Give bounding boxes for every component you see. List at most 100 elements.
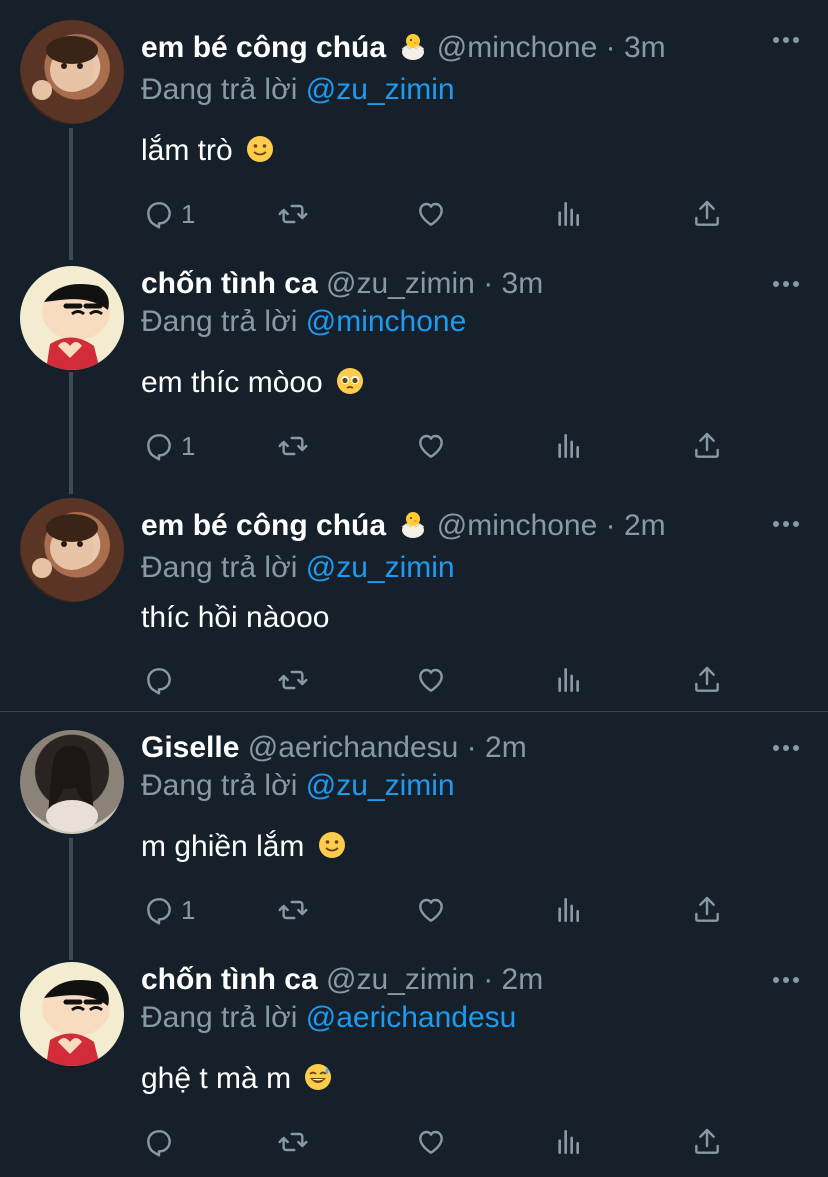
- share-button[interactable]: [691, 197, 723, 231]
- avatar[interactable]: [20, 498, 124, 602]
- tweet[interactable]: Giselle @aerichandesu · 2m Đang trả lời …: [0, 712, 828, 956]
- like-button[interactable]: [415, 429, 447, 463]
- timestamp[interactable]: 2m: [485, 731, 527, 764]
- separator-dot: ·: [597, 31, 624, 64]
- share-button[interactable]: [691, 663, 723, 697]
- analytics-button[interactable]: [553, 663, 585, 697]
- share-icon: [695, 896, 719, 922]
- timestamp[interactable]: 3m: [502, 267, 544, 300]
- more-options-icon[interactable]: [772, 518, 800, 530]
- display-name[interactable]: chốn tình ca: [141, 963, 318, 996]
- share-button[interactable]: [691, 1125, 723, 1159]
- retweet-button[interactable]: [277, 1125, 309, 1159]
- avatar[interactable]: [20, 266, 124, 370]
- heart-icon: [419, 202, 443, 226]
- mention-link[interactable]: @aerichandesu: [306, 1001, 517, 1034]
- reply-count: 1: [181, 430, 196, 461]
- user-handle[interactable]: @minchone: [437, 31, 598, 64]
- analytics-button[interactable]: [553, 1125, 585, 1159]
- display-name[interactable]: em bé công chúa: [141, 31, 386, 64]
- timestamp[interactable]: 2m: [624, 509, 666, 542]
- tweet-actions: 1: [141, 197, 741, 231]
- share-icon: [695, 200, 719, 226]
- heart-icon: [419, 1130, 443, 1154]
- timestamp[interactable]: 2m: [502, 963, 544, 996]
- more-options-icon[interactable]: [772, 742, 800, 754]
- reply-button[interactable]: [143, 1125, 181, 1159]
- replying-to: Đang trả lời @aerichandesu: [141, 1000, 516, 1036]
- timestamp[interactable]: 3m: [624, 31, 666, 64]
- mention-link[interactable]: @zu_zimin: [306, 551, 455, 584]
- like-button[interactable]: [415, 1125, 447, 1159]
- more-options-icon[interactable]: [772, 974, 800, 986]
- retweet-icon: [278, 1132, 308, 1152]
- replying-to-label: Đang trả lời: [141, 305, 298, 338]
- reply-count: 1: [181, 198, 196, 229]
- grinning-sweat-face-icon: [303, 1062, 333, 1092]
- user-handle[interactable]: @aerichandesu: [248, 731, 459, 764]
- hatching-chick-icon: [398, 509, 428, 539]
- tweet[interactable]: em bé công chúa @minchone · 3m Đang trả …: [0, 0, 828, 260]
- retweet-button[interactable]: [277, 197, 309, 231]
- tweet-header: Giselle @aerichandesu · 2m: [141, 730, 527, 766]
- tweet-text: m ghiền lắm: [141, 829, 347, 865]
- share-icon: [695, 1128, 719, 1154]
- display-name[interactable]: em bé công chúa: [141, 509, 386, 542]
- retweet-icon: [278, 436, 308, 456]
- display-name[interactable]: Giselle: [141, 731, 239, 764]
- tweet[interactable]: em bé công chúa @minchone · 2m Đang trả …: [0, 478, 828, 710]
- analytics-button[interactable]: [553, 429, 585, 463]
- avatar[interactable]: [20, 730, 124, 834]
- share-icon: [695, 432, 719, 458]
- reply-button[interactable]: 1: [143, 893, 195, 927]
- user-handle[interactable]: @minchone: [437, 509, 598, 542]
- tweet-text-content: em thíc mòoo: [141, 366, 323, 399]
- retweet-button[interactable]: [277, 893, 309, 927]
- tweet-text: em thíc mòoo: [141, 365, 365, 401]
- more-options-icon[interactable]: [772, 34, 800, 46]
- user-handle[interactable]: @zu_zimin: [326, 267, 475, 300]
- reply-button[interactable]: 1: [143, 197, 195, 231]
- tweet-header: em bé công chúa @minchone · 3m: [141, 30, 666, 66]
- avatar[interactable]: [20, 962, 124, 1066]
- tweet-text-content: ghệ t mà m: [141, 1062, 292, 1095]
- analytics-icon: [558, 1130, 579, 1154]
- tweet[interactable]: chốn tình ca @zu_zimin · 3m Đang trả lời…: [0, 240, 828, 492]
- mention-link[interactable]: @zu_zimin: [306, 769, 455, 802]
- analytics-button[interactable]: [553, 893, 585, 927]
- like-button[interactable]: [415, 893, 447, 927]
- tweet-text: thíc hồi nàooo: [141, 600, 329, 636]
- share-icon: [695, 666, 719, 692]
- reply-count: 1: [181, 894, 196, 925]
- display-name[interactable]: chốn tình ca: [141, 267, 318, 300]
- tweet-header: chốn tình ca @zu_zimin · 2m: [141, 962, 543, 998]
- replying-to: Đang trả lời @zu_zimin: [141, 768, 455, 804]
- reply-icon: [147, 202, 171, 229]
- tweet-actions: [141, 663, 741, 697]
- analytics-button[interactable]: [553, 197, 585, 231]
- like-button[interactable]: [415, 663, 447, 697]
- more-options-icon[interactable]: [772, 278, 800, 290]
- retweet-button[interactable]: [277, 663, 309, 697]
- reply-button[interactable]: [143, 663, 181, 697]
- tweet-text: lắm trò: [141, 133, 275, 169]
- reply-icon: [147, 898, 171, 925]
- tweet-actions: [141, 1125, 741, 1159]
- analytics-icon: [558, 434, 579, 458]
- retweet-button[interactable]: [277, 429, 309, 463]
- share-button[interactable]: [691, 429, 723, 463]
- heart-icon: [419, 668, 443, 692]
- tweet[interactable]: chốn tình ca @zu_zimin · 2m Đang trả lời…: [0, 936, 828, 1177]
- user-handle[interactable]: @zu_zimin: [326, 963, 475, 996]
- avatar[interactable]: [20, 20, 124, 124]
- replying-to-label: Đang trả lời: [141, 551, 298, 584]
- mention-link[interactable]: @zu_zimin: [306, 73, 455, 106]
- reply-button[interactable]: 1: [143, 429, 195, 463]
- tweet-actions: 1: [141, 429, 741, 463]
- pleading-face-icon: [335, 366, 365, 396]
- tweet-actions: 1: [141, 893, 741, 927]
- mention-link[interactable]: @minchone: [306, 305, 467, 338]
- like-button[interactable]: [415, 197, 447, 231]
- heart-icon: [419, 898, 443, 922]
- share-button[interactable]: [691, 893, 723, 927]
